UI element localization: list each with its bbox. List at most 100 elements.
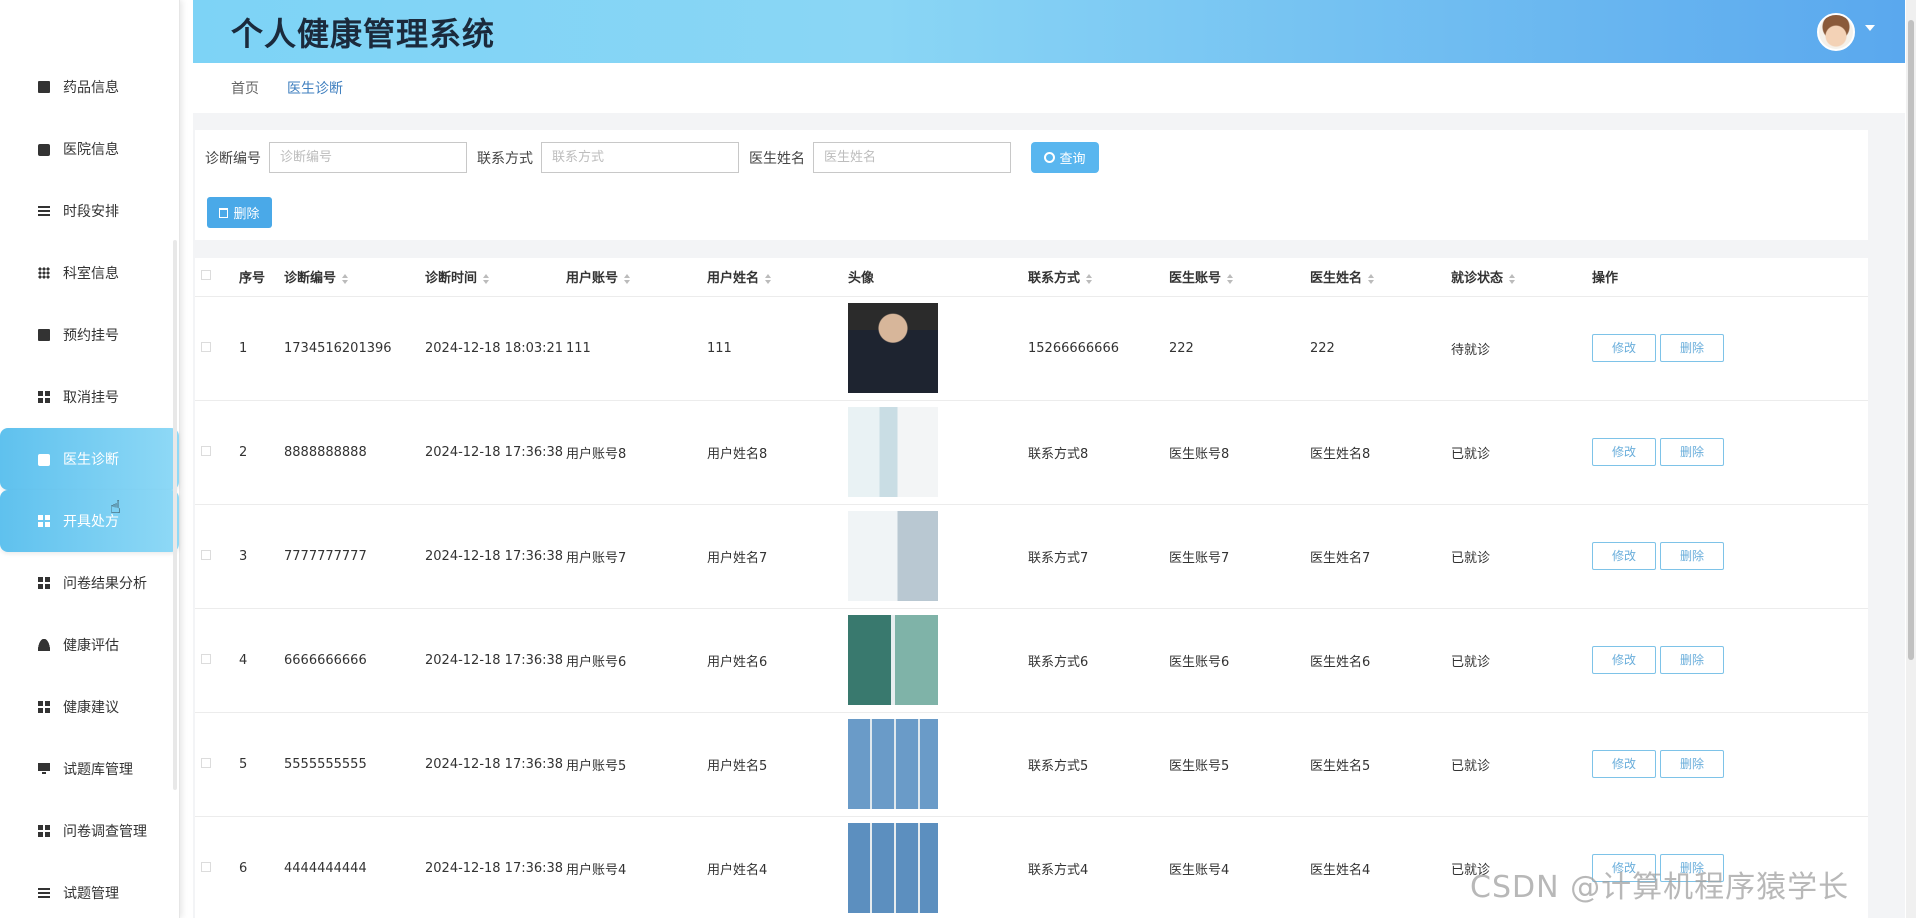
sidebar-item-health-advice[interactable]: 健康建议 — [0, 676, 180, 738]
cell-no: 6 — [239, 816, 284, 918]
delete-button[interactable]: 删除 — [1660, 334, 1724, 362]
edit-button[interactable]: 修改 — [1592, 334, 1656, 362]
sidebar-item-departments[interactable]: 科室信息 — [0, 242, 180, 304]
avatar-image[interactable] — [848, 615, 938, 705]
col-doctor-name[interactable]: 医生姓名 — [1310, 271, 1362, 286]
cell-status: 已就诊 — [1451, 400, 1592, 505]
cell-user-account: 用户账号5 — [566, 712, 707, 817]
sidebar-item-schedule[interactable]: 时段安排 — [0, 180, 180, 242]
select-all-checkbox[interactable] — [201, 270, 211, 281]
sidebar-item-drugs[interactable]: 药品信息 — [0, 56, 180, 118]
col-diagnosis-time[interactable]: 诊断时间 — [425, 271, 477, 286]
sort-icon[interactable] — [1086, 273, 1093, 284]
sort-icon[interactable] — [1368, 273, 1375, 284]
cell-user-account: 用户账号6 — [566, 608, 707, 713]
delete-button[interactable]: 删除 — [1660, 646, 1724, 674]
delete-button[interactable]: 删除 — [1660, 542, 1724, 570]
edit-button[interactable]: 修改 — [1592, 750, 1656, 778]
sidebar-item-question-management[interactable]: 试题管理 — [0, 862, 180, 918]
delete-button[interactable]: 删除 — [1660, 750, 1724, 778]
edit-button[interactable]: 修改 — [1592, 438, 1656, 466]
page-scrollbar-thumb[interactable] — [1908, 20, 1914, 660]
cell-user-name: 用户姓名8 — [707, 400, 848, 505]
col-contact[interactable]: 联系方式 — [1028, 271, 1080, 286]
diagnosis-table: 序号 诊断编号 诊断时间 用户账号 用户姓名 头像 联系方式 医生账号 医生姓名… — [195, 258, 1868, 918]
sidebar-item-survey-management[interactable]: 问卷调查管理 — [0, 800, 180, 862]
avatar-image[interactable] — [848, 511, 938, 601]
col-doctor-account[interactable]: 医生账号 — [1169, 271, 1221, 286]
top-header: 个人健康管理系统 — [193, 0, 1905, 63]
sidebar-item-cancel-appointment[interactable]: 取消挂号 — [0, 366, 180, 428]
contact-label: 联系方式 — [477, 150, 533, 167]
sort-icon[interactable] — [342, 273, 349, 284]
mouse-cursor-icon: ☝ — [110, 497, 121, 518]
row-checkbox[interactable] — [201, 861, 211, 872]
row-checkbox[interactable] — [201, 549, 211, 560]
avatar-image[interactable] — [848, 407, 938, 497]
dots-grid-icon — [38, 267, 50, 279]
cell-time: 2024-12-18 17:36:38 — [425, 400, 566, 505]
cell-time: 2024-12-18 17:36:38 — [425, 816, 566, 918]
col-user-account[interactable]: 用户账号 — [566, 271, 618, 286]
watermark: CSDN @计算机程序猿学长 — [1470, 870, 1850, 905]
clipboard-icon — [38, 81, 50, 93]
col-no: 序号 — [239, 271, 266, 287]
col-status[interactable]: 就诊状态 — [1451, 271, 1503, 286]
sidebar-item-diagnosis[interactable]: 医生诊断 — [0, 428, 179, 490]
query-button-label: 查询 — [1059, 152, 1086, 167]
edit-button[interactable]: 修改 — [1592, 646, 1656, 674]
search-row: 诊断编号 联系方式 医生姓名 查询 — [205, 142, 1099, 173]
chevron-down-icon[interactable] — [1865, 25, 1875, 31]
sort-icon[interactable] — [765, 273, 772, 284]
cell-no: 3 — [239, 504, 284, 609]
sidebar-item-health-assessment[interactable]: 健康评估 — [0, 614, 180, 676]
row-checkbox[interactable] — [201, 757, 211, 768]
avatar-image[interactable] — [848, 719, 938, 809]
breadcrumb-home[interactable]: 首页 — [231, 78, 259, 98]
avatar-image[interactable] — [848, 823, 938, 913]
cell-user-account: 111 — [566, 296, 707, 401]
sidebar-item-label: 健康建议 — [63, 700, 119, 716]
sort-icon[interactable] — [1227, 273, 1234, 284]
table-header-row: 序号 诊断编号 诊断时间 用户账号 用户姓名 头像 联系方式 医生账号 医生姓名… — [195, 258, 1868, 297]
sidebar-item-prescription[interactable]: 开具处方 — [0, 490, 179, 552]
doctor-name-input[interactable] — [813, 142, 1011, 173]
page-scrollbar[interactable] — [1906, 0, 1916, 918]
delete-button[interactable]: 删除 — [1660, 438, 1724, 466]
grid-icon — [38, 825, 50, 837]
sidebar-item-label: 医院信息 — [63, 142, 119, 158]
cell-doctor-account: 医生账号8 — [1169, 400, 1310, 505]
query-button[interactable]: 查询 — [1031, 142, 1099, 173]
grid-icon — [38, 577, 50, 589]
sidebar-scrollbar[interactable] — [173, 240, 177, 790]
sort-icon[interactable] — [1509, 273, 1516, 284]
sidebar-item-appointment[interactable]: 预约挂号 — [0, 304, 180, 366]
row-checkbox[interactable] — [201, 653, 211, 664]
sort-icon[interactable] — [483, 273, 490, 284]
cell-code: 6666666666 — [284, 608, 425, 713]
cell-doctor-account: 医生账号5 — [1169, 712, 1310, 817]
table-row: 4 6666666666 2024-12-18 17:36:38 用户账号6 用… — [195, 608, 1868, 713]
batch-delete-button[interactable]: 删除 — [207, 197, 272, 228]
sidebar-item-hospital[interactable]: 医院信息 — [0, 118, 180, 180]
cell-contact: 联系方式5 — [1028, 712, 1169, 817]
col-user-name[interactable]: 用户姓名 — [707, 271, 759, 286]
doctor-name-label: 医生姓名 — [749, 150, 805, 167]
avatar[interactable] — [1817, 13, 1855, 51]
sort-icon[interactable] — [624, 273, 631, 284]
cell-contact: 联系方式8 — [1028, 400, 1169, 505]
breadcrumb: 首页 医生诊断 — [193, 63, 1905, 113]
cell-code: 1734516201396 — [284, 296, 425, 401]
breadcrumb-current: 医生诊断 — [287, 81, 343, 97]
col-diagnosis-code[interactable]: 诊断编号 — [284, 271, 336, 286]
sidebar-item-survey-analysis[interactable]: 问卷结果分析 — [0, 552, 180, 614]
contact-input[interactable] — [541, 142, 739, 173]
row-checkbox[interactable] — [201, 445, 211, 456]
row-checkbox[interactable] — [201, 341, 211, 352]
diagnosis-code-input[interactable] — [269, 142, 467, 173]
cell-user-name: 用户姓名6 — [707, 608, 848, 713]
cell-user-account: 用户账号7 — [566, 504, 707, 609]
edit-button[interactable]: 修改 — [1592, 542, 1656, 570]
sidebar-item-question-bank[interactable]: 试题库管理 — [0, 738, 180, 800]
avatar-image[interactable] — [848, 303, 938, 393]
